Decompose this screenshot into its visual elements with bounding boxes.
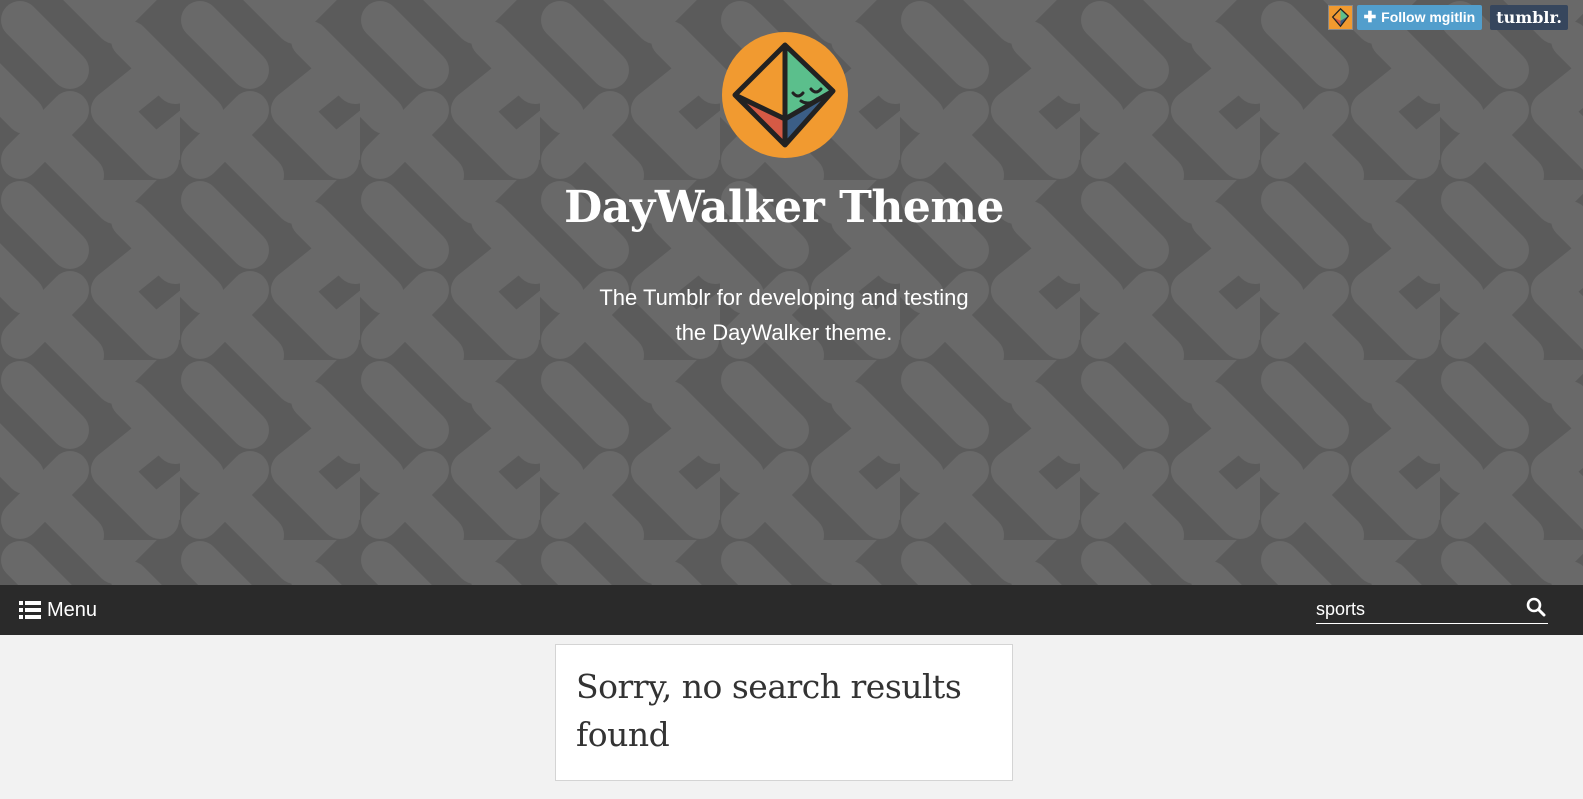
tumblr-button[interactable]: tumblr. [1490,4,1568,30]
plus-icon: ✚ [1363,9,1377,26]
no-results-message: Sorry, no search results found [576,667,962,754]
menu-button[interactable]: Menu [19,597,97,623]
search-icon[interactable] [1526,597,1546,617]
blog-description: The Tumblr for developing and testing th… [599,285,969,345]
list-icon [19,601,41,619]
search-input[interactable] [1316,597,1516,621]
search-form [1316,595,1548,624]
follow-button[interactable]: ✚ Follow mgitlin [1356,4,1483,30]
navigation-bar: Menu [0,585,1583,635]
follow-label: Follow mgitlin [1381,9,1476,25]
blog-avatar[interactable] [721,31,849,159]
blog-header: DayWalker Theme The Tumblr for developin… [0,0,1583,585]
mini-avatar[interactable] [1327,4,1353,30]
tumblr-controls: ✚ Follow mgitlin tumblr. [1327,4,1568,30]
menu-label: Menu [47,598,98,621]
blog-title: DayWalker Theme [564,182,1004,233]
search-results-panel: Sorry, no search results found [555,644,1013,781]
